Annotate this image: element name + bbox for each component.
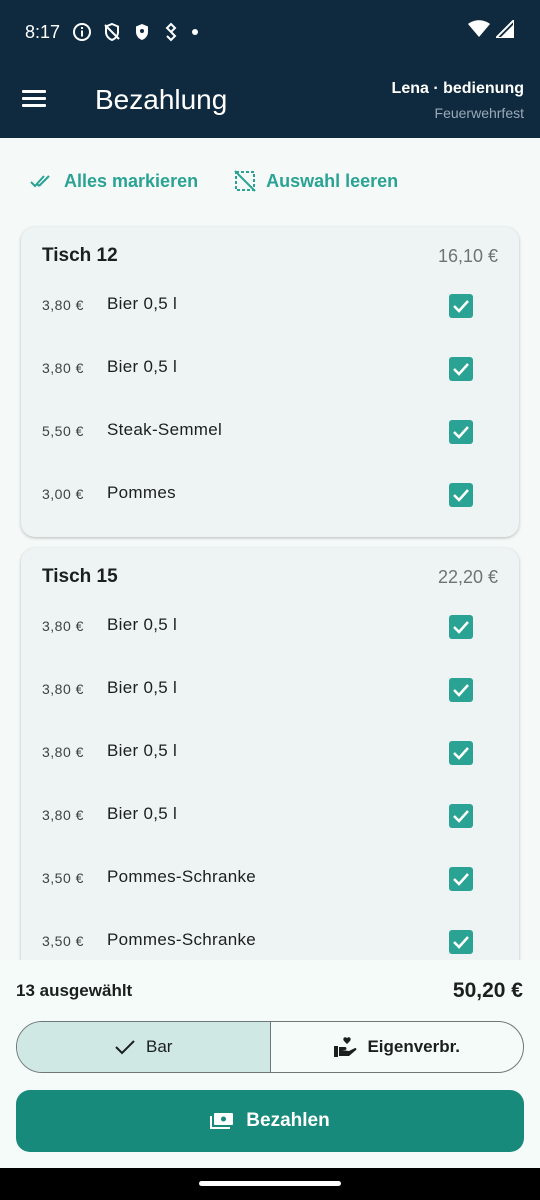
item-name: Bier 0,5 l: [107, 357, 178, 376]
menu-icon[interactable]: [22, 86, 52, 116]
selection-actions: Alles markieren Auswahl leeren: [30, 170, 398, 192]
deselect-icon: [234, 170, 256, 192]
item-name: Pommes: [107, 483, 176, 502]
item-checkbox[interactable]: [449, 420, 473, 444]
order-items: 3,80 € Bier 0,5 l 3,80 € Bier 0,5 l 5,50…: [21, 277, 519, 529]
clear-selection-button[interactable]: Auswahl leeren: [234, 170, 398, 192]
home-gesture-handle[interactable]: [199, 1181, 341, 1186]
item-price: 3,80 €: [42, 618, 84, 634]
user-role: Lena · bedienung: [391, 80, 524, 97]
item-price: 3,80 €: [42, 807, 84, 823]
table-card: Tisch 12 16,10 € 3,80 € Bier 0,5 l 3,80 …: [21, 227, 519, 537]
order-item[interactable]: 3,50 € Pommes-Schranke: [21, 850, 519, 913]
table-title: Tisch 15: [42, 566, 118, 587]
check-icon: [453, 363, 469, 376]
check-icon: [453, 300, 469, 313]
check-icon: [453, 936, 469, 949]
status-system-icons: [468, 20, 514, 38]
pay-button-label: Bezahlen: [246, 1110, 330, 1131]
order-item[interactable]: 3,80 € Bier 0,5 l: [21, 661, 519, 724]
check-icon: [453, 747, 469, 760]
volunteer-hand-icon: [334, 1037, 357, 1057]
item-checkbox[interactable]: [449, 804, 473, 828]
payment-mode-label: Eigenverbr.: [367, 1037, 461, 1056]
item-name: Pommes-Schranke: [107, 930, 257, 949]
item-price: 3,00 €: [42, 486, 84, 502]
item-name: Steak-Semmel: [107, 420, 223, 439]
payment-mode-label: Bar: [146, 1037, 173, 1056]
event-name: Feuerwehrfest: [434, 105, 524, 121]
item-price: 3,80 €: [42, 744, 84, 760]
payment-mode-toggle: Bar Eigenverbr.: [16, 1021, 524, 1073]
order-items: 3,80 € Bier 0,5 l 3,80 € Bier 0,5 l 3,80…: [21, 598, 519, 976]
shield-icon: [136, 24, 148, 40]
item-checkbox[interactable]: [449, 294, 473, 318]
order-item[interactable]: 3,80 € Bier 0,5 l: [21, 724, 519, 787]
check-icon: [453, 621, 469, 634]
payment-mode-own-use[interactable]: Eigenverbr.: [269, 1022, 524, 1072]
shield-off-icon: [104, 22, 120, 42]
table-title: Tisch 12: [42, 245, 118, 266]
item-checkbox[interactable]: [449, 483, 473, 507]
table-total: 16,10 €: [437, 245, 498, 266]
payment-mode-bar[interactable]: Bar: [17, 1022, 270, 1072]
order-item[interactable]: 5,50 € Steak-Semmel: [21, 403, 519, 466]
gesture-icon: [165, 22, 177, 42]
item-price: 3,80 €: [42, 681, 84, 697]
order-item[interactable]: 3,80 € Bier 0,5 l: [21, 340, 519, 403]
check-icon: [453, 684, 469, 697]
system-nav-bar: [0, 1168, 540, 1200]
item-price: 3,80 €: [42, 360, 84, 376]
item-checkbox[interactable]: [449, 357, 473, 381]
item-name: Bier 0,5 l: [107, 678, 178, 697]
page-title: Bezahlung: [95, 84, 228, 115]
dot-icon: [192, 29, 198, 35]
item-price: 5,50 €: [42, 423, 84, 439]
item-name: Bier 0,5 l: [107, 615, 178, 634]
table-total: 22,20 €: [437, 566, 498, 587]
item-name: Pommes-Schranke: [107, 867, 257, 886]
double-check-icon: [30, 175, 50, 188]
status-bar: 8:17: [0, 0, 540, 64]
check-icon: [115, 1040, 135, 1055]
select-all-button[interactable]: Alles markieren: [30, 170, 198, 192]
check-icon: [453, 426, 469, 439]
item-checkbox[interactable]: [449, 741, 473, 765]
item-checkbox[interactable]: [449, 867, 473, 891]
check-icon: [453, 810, 469, 823]
status-notification-icons: [72, 22, 200, 42]
item-checkbox[interactable]: [449, 615, 473, 639]
check-icon: [453, 489, 469, 502]
signal-icon: [496, 20, 514, 38]
app-bar: Bezahlung Lena · bedienung Feuerwehrfest: [0, 64, 540, 138]
selected-total: 50,20 €: [452, 979, 523, 1002]
clear-selection-label: Auswahl leeren: [266, 170, 399, 191]
item-price: 3,80 €: [42, 297, 84, 313]
order-item[interactable]: 3,80 € Bier 0,5 l: [21, 787, 519, 850]
item-name: Bier 0,5 l: [107, 804, 178, 823]
wifi-icon: [468, 20, 490, 37]
item-price: 3,50 €: [42, 870, 84, 886]
order-item[interactable]: 3,00 € Pommes: [21, 466, 519, 529]
payment-panel: 13 ausgewählt 50,20 € Bar Eigenverbr. Be…: [0, 960, 540, 1168]
payments-icon: [210, 1113, 234, 1129]
info-icon: [73, 23, 91, 41]
item-name: Bier 0,5 l: [107, 294, 178, 313]
item-checkbox[interactable]: [449, 930, 473, 954]
item-name: Bier 0,5 l: [107, 741, 178, 760]
check-icon: [453, 873, 469, 886]
order-item[interactable]: 3,80 € Bier 0,5 l: [21, 277, 519, 340]
table-card: Tisch 15 22,20 € 3,80 € Bier 0,5 l 3,80 …: [21, 548, 519, 1008]
pay-button[interactable]: Bezahlen: [16, 1090, 524, 1152]
item-checkbox[interactable]: [449, 678, 473, 702]
order-item[interactable]: 3,80 € Bier 0,5 l: [21, 598, 519, 661]
selected-count: 13 ausgewählt: [16, 981, 133, 1000]
status-time: 8:17: [25, 22, 61, 42]
item-price: 3,50 €: [42, 933, 84, 949]
select-all-label: Alles markieren: [64, 170, 199, 191]
